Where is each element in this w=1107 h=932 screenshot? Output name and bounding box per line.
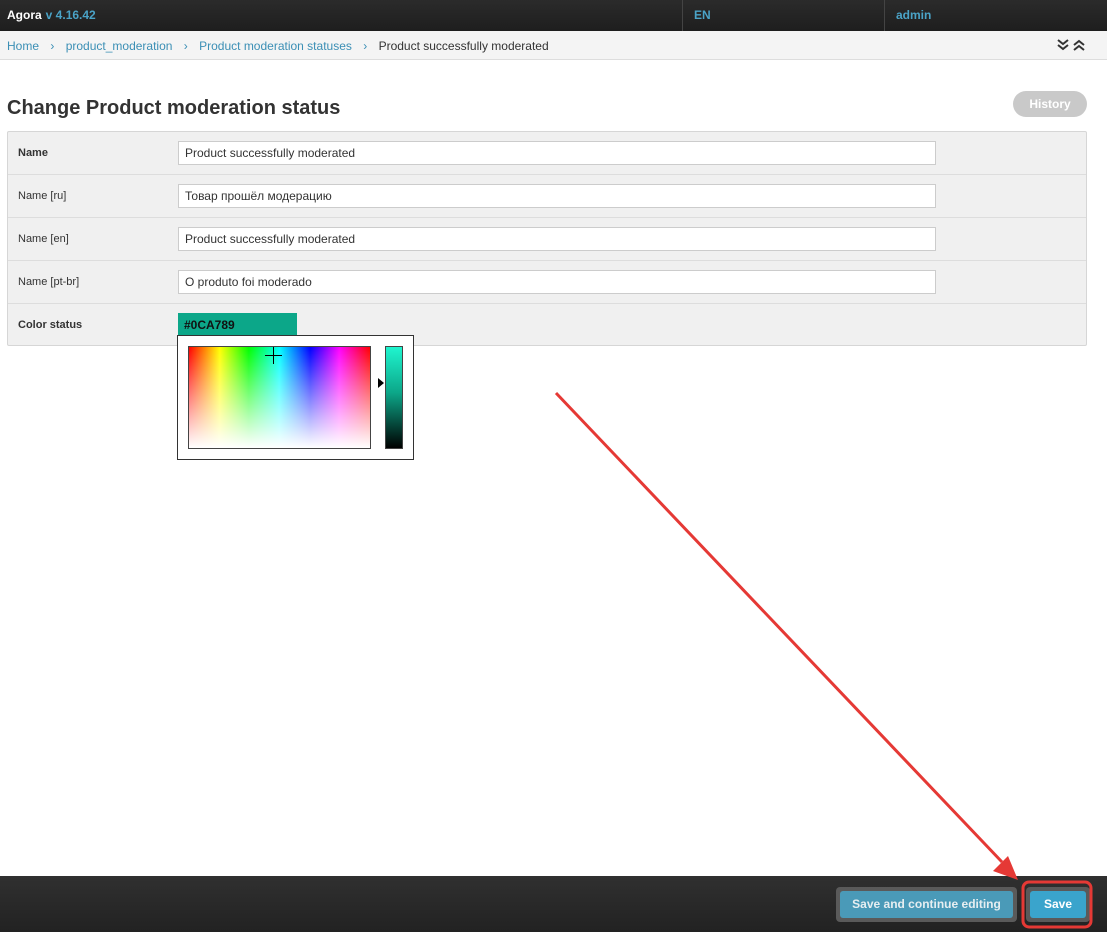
collapse-toggles [1056,38,1088,54]
breadcrumb-home[interactable]: Home [7,39,39,53]
top-header: Agora v 4.16.42 EN admin [0,0,1107,31]
field-label: Color status [18,319,83,331]
form-row-name-pt-br: Name [pt-br] [8,261,1086,304]
save-and-continue-button[interactable]: Save and continue editing [840,891,1013,918]
name-ru-field[interactable] [178,184,936,208]
field-label: Name [ru] [18,190,67,202]
double-chevron-up-icon[interactable] [1072,38,1086,52]
crosshair-icon [265,347,282,364]
name-field[interactable] [178,141,936,165]
color-picker-area[interactable] [188,346,371,449]
form-row-name: Name [8,132,1086,175]
name-en-field[interactable] [178,227,936,251]
double-chevron-down-icon[interactable] [1056,38,1070,52]
brand[interactable]: Agora v 4.16.42 [7,8,96,22]
annotation-arrow-icon [554,391,1018,880]
history-button[interactable]: History [1013,91,1087,117]
save-wrapper: Save [1026,887,1090,922]
page-title: Change Product moderation status [7,97,341,119]
breadcrumb-model[interactable]: Product moderation statuses [199,39,352,53]
header-divider [682,0,683,31]
form-row-color-status: Color status #0CA789 [8,304,1086,347]
header-divider [884,0,885,31]
form-row-name-en: Name [en] [8,218,1086,261]
brand-name: Agora [7,8,42,22]
field-label: Name [pt-br] [18,276,80,288]
value-slider-arrow-icon[interactable] [378,378,384,388]
name-pt-br-field[interactable] [178,270,936,294]
form-row-name-ru: Name [ru] [8,175,1086,218]
save-continue-wrapper: Save and continue editing [836,887,1017,922]
breadcrumb-app[interactable]: product_moderation [66,39,173,53]
language-selector[interactable]: EN [694,8,711,22]
submit-row: Save and continue editing Save [0,876,1107,932]
version-label: v 4.16.42 [45,8,96,22]
save-button[interactable]: Save [1030,891,1086,918]
breadcrumb-current: Product successfully moderated [378,39,549,53]
change-form: Name Name [ru] Name [en] Name [pt-br] Co… [7,131,1087,346]
field-label: Name [18,147,48,159]
field-label: Name [en] [18,233,69,245]
chevron-right-icon: › [363,39,368,53]
value-slider[interactable] [385,346,403,449]
chevron-right-icon: › [50,39,55,53]
breadcrumb: Home › product_moderation › Product mode… [0,31,1107,60]
user-menu[interactable]: admin [896,8,931,22]
chevron-right-icon: › [183,39,188,53]
color-picker-popup [177,335,414,460]
